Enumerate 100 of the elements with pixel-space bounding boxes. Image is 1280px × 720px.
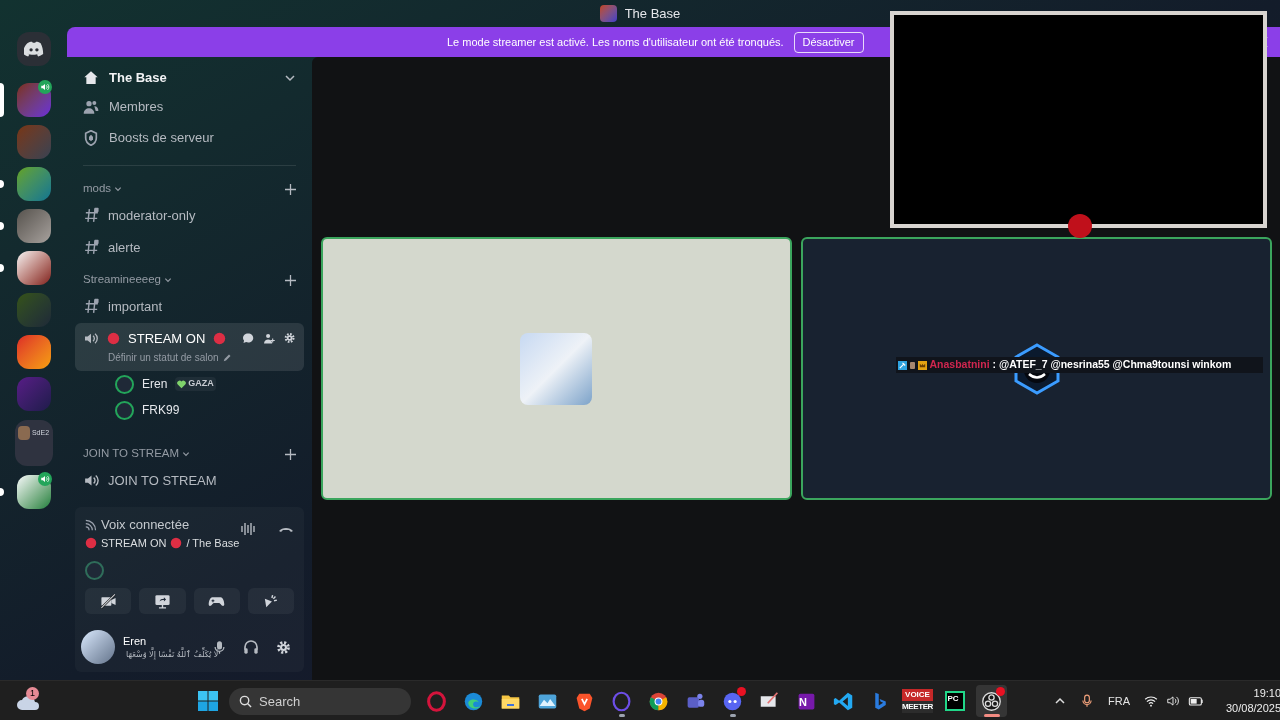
language-indicator[interactable]: FRA: [1108, 692, 1130, 710]
volume-icon[interactable]: [1166, 694, 1180, 708]
house-icon: [83, 70, 99, 86]
taskbar-app[interactable]: VOICE MEETER: [902, 685, 933, 717]
crown-icon: [917, 360, 927, 370]
taskbar-app[interactable]: N: [791, 685, 822, 717]
server-header[interactable]: The Base: [75, 65, 304, 91]
category-header[interactable]: mods: [83, 180, 285, 198]
dot-emoji-icon: [107, 331, 120, 345]
server-icon[interactable]: [16, 251, 51, 285]
microphone-icon[interactable]: [1080, 694, 1094, 708]
camera-off-button[interactable]: [85, 588, 132, 614]
discord-logo-icon: [23, 41, 44, 57]
channel-item[interactable]: STREAM ON Définir un statut de salon: [75, 322, 304, 371]
channel-item[interactable]: alerte: [75, 231, 304, 263]
voice-status: Voix connectée: [101, 516, 190, 534]
user-name: FRK99: [142, 402, 180, 419]
custom-status: لَا يُكَلِّفُ ٱللَّهُ نَفْسًا إِلَّا وُسْعَهَا: [126, 649, 219, 662]
chevron-down-icon: [284, 72, 296, 84]
channel-item[interactable]: important: [75, 291, 304, 323]
server-icon[interactable]: [16, 83, 51, 117]
dot-emoji-icon: [85, 536, 97, 549]
logo-text: VOICE: [902, 689, 933, 701]
controller-face-logo-icon: [722, 690, 743, 712]
notification-badge: 1: [26, 687, 39, 700]
user-name: Eren: [123, 633, 148, 649]
channel-name: JOIN TO STREAM: [108, 472, 217, 490]
cloud-icon: [16, 695, 40, 710]
logo-text: N: [799, 695, 807, 710]
channel-status: Définir un statut de salon: [108, 351, 219, 365]
avatar: [115, 400, 134, 420]
plus-icon[interactable]: [285, 183, 296, 195]
voice-user[interactable]: Eren GAZA: [75, 371, 304, 397]
headphones-icon[interactable]: [243, 639, 259, 655]
locked-hash-icon: [83, 298, 100, 316]
soundboard-icon: [262, 592, 280, 610]
logo-text: MEETER: [902, 701, 933, 713]
chat-bubble-icon[interactable]: [242, 331, 255, 345]
server-icon[interactable]: [16, 475, 51, 509]
gear-icon[interactable]: [275, 638, 292, 656]
channel-name: STREAM ON: [128, 329, 206, 348]
tag-label: GAZA: [188, 377, 214, 391]
category-name: JOIN TO STREAM: [83, 446, 180, 462]
ring-logo-icon: [611, 690, 632, 712]
category-header[interactable]: JOIN TO STREAM: [83, 445, 285, 463]
taskbar-app[interactable]: [976, 685, 1007, 717]
add-people-icon[interactable]: [262, 331, 275, 345]
photo-placeholder: [17, 426, 30, 440]
category-name: mods: [83, 181, 112, 197]
server-icon: [599, 5, 617, 22]
channel-item[interactable]: JOIN TO STREAM: [75, 465, 304, 497]
wave-logo-icon: [463, 690, 484, 712]
plus-icon[interactable]: [285, 274, 296, 286]
weather-widget[interactable]: 1: [16, 687, 42, 713]
screen-share-button[interactable]: [139, 588, 186, 614]
microphone-icon[interactable]: [212, 639, 227, 655]
sound-wave-icon[interactable]: [240, 521, 256, 537]
server-icon[interactable]: [16, 335, 51, 369]
clock-time: 19:10: [1253, 686, 1280, 701]
category-header[interactable]: Streamineeeeg: [83, 271, 285, 289]
avatar: [115, 374, 134, 394]
banner-message: Le mode streamer est activé. Les noms d'utilisateur ont été tronqués.: [447, 34, 784, 50]
heart-icon: [177, 379, 187, 389]
taskbar-app[interactable]: PC: [939, 685, 970, 717]
home-button[interactable]: [16, 32, 51, 66]
chevron-down-icon: [164, 276, 172, 284]
sidebar-item[interactable]: Membres: [75, 91, 304, 122]
avatar: [81, 630, 115, 664]
chat-message: Anasbatnini : @ATEF_7 @nesrina55 @Chma9tounsi winkom: [929, 357, 1232, 373]
windows-logo-icon: [198, 691, 218, 711]
sidebar-item-label: Boosts de serveur: [109, 128, 214, 147]
sidebar-item[interactable]: Boosts de serveur: [75, 122, 304, 153]
stream-tile[interactable]: Anasbatnini : @ATEF_7 @nesrina55 @Chma9tounsi winkom: [800, 237, 1272, 500]
sidebar-item-label: Membres: [109, 97, 164, 116]
search-field[interactable]: Search: [229, 687, 411, 715]
screen-share-icon: [153, 592, 171, 610]
people-icon: [83, 98, 99, 115]
clock[interactable]: 19:10 30/08/2025: [1226, 686, 1280, 716]
participant-tile[interactable]: [320, 237, 792, 500]
deactivate-button[interactable]: Désactiver: [793, 31, 864, 53]
locked-hash-icon: [83, 238, 100, 256]
soundboard-button[interactable]: [247, 588, 294, 614]
window-title: The Base: [624, 4, 681, 23]
pencil-icon[interactable]: [222, 353, 232, 362]
voice-user[interactable]: FRK99: [75, 397, 304, 423]
plus-icon[interactable]: [285, 448, 296, 460]
shield-icon: [83, 129, 99, 146]
camera-off-icon: [99, 592, 117, 610]
gamepad-button[interactable]: [193, 588, 240, 614]
locked-hash-icon: [83, 207, 100, 225]
user-name: Eren: [142, 376, 168, 393]
signal-icon: [85, 518, 98, 532]
dot-emoji-icon: [213, 331, 227, 345]
battery-icon[interactable]: [1188, 694, 1204, 708]
channel-item[interactable]: moderator-only: [75, 200, 304, 232]
wifi-icon[interactable]: [1144, 694, 1158, 708]
voice-channel-link[interactable]: STREAM ON: [101, 534, 167, 551]
category-name: Streamineeeeg: [83, 272, 161, 288]
recorder-logo-icon: [981, 690, 1002, 712]
gear-icon[interactable]: [282, 331, 296, 346]
